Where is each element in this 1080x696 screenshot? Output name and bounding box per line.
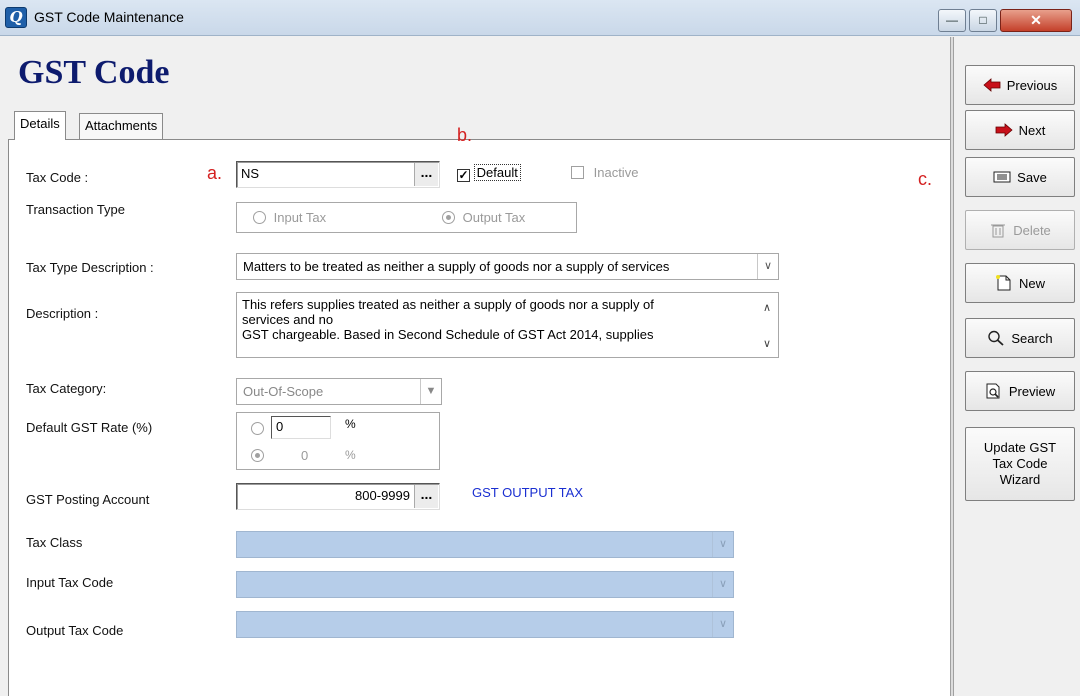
- save-icon: [993, 169, 1011, 185]
- scroll-up-icon[interactable]: ∧: [763, 301, 771, 316]
- marker-a: a.: [207, 163, 223, 183]
- gst-posting-account-input[interactable]: 800-9999 ...: [236, 483, 440, 510]
- tax-type-description-value: Matters to be treated as neither a suppl…: [243, 259, 670, 274]
- tax-code-input[interactable]: NS ...: [236, 161, 440, 188]
- minimize-button[interactable]: —: [938, 9, 966, 32]
- app-q-icon: Q: [5, 7, 27, 28]
- tax-type-description-label: Tax Type Description :: [26, 260, 154, 275]
- input-tax-radio[interactable]: Input Tax: [253, 210, 326, 225]
- window-titlebar: Q GST Code Maintenance — □ ✕: [0, 0, 1080, 36]
- default-checkbox[interactable]: ✓ Default: [457, 164, 521, 182]
- description-label: Description :: [26, 306, 99, 321]
- gst-account-name: GST OUTPUT TAX: [472, 485, 584, 500]
- inactive-checkbox[interactable]: Inactive: [571, 165, 638, 180]
- fixed-rate-radio[interactable]: [251, 449, 264, 462]
- tax-category-label: Tax Category:: [26, 381, 107, 396]
- trash-icon: [989, 222, 1007, 238]
- update-gst-tax-code-wizard-button[interactable]: Update GST Tax Code Wizard: [965, 427, 1075, 501]
- transaction-type-group: Input Tax Output Tax: [236, 202, 577, 233]
- tax-type-description-select[interactable]: Matters to be treated as neither a suppl…: [236, 253, 779, 280]
- update-wizard-label-1: Update GST: [983, 440, 1057, 455]
- output-tax-code-select[interactable]: ∨: [236, 611, 734, 638]
- tax-category-select[interactable]: Out-Of-Scope ▼: [236, 378, 442, 405]
- delete-button[interactable]: Delete: [965, 210, 1075, 250]
- search-icon: [987, 330, 1005, 346]
- preview-icon: [985, 383, 1003, 399]
- toolbar-divider: [950, 37, 954, 696]
- main-panel: GST Code Details Attachments a. b. c. Ta…: [0, 37, 950, 696]
- new-document-icon: [995, 275, 1013, 291]
- tax-code-value: NS: [241, 166, 260, 181]
- preview-label: Preview: [1008, 383, 1056, 399]
- close-button[interactable]: ✕: [1000, 9, 1072, 32]
- output-tax-label: Output Tax: [462, 210, 526, 225]
- input-tax-code-select[interactable]: ∨: [236, 571, 734, 598]
- description-scrollbar[interactable]: ∧ ∨: [758, 293, 778, 357]
- inactive-check-icon: [571, 166, 584, 179]
- maximize-button[interactable]: □: [969, 9, 997, 32]
- tax-code-lookup-button[interactable]: ...: [414, 163, 438, 186]
- chevron-down-icon: ∨: [712, 572, 733, 597]
- description-line-3: GST chargeable. Based in Second Schedule…: [242, 327, 654, 342]
- chevron-down-icon: ▼: [420, 379, 441, 404]
- search-button[interactable]: Search: [965, 318, 1075, 358]
- chevron-down-icon: ∨: [712, 612, 733, 637]
- custom-rate-value: 0: [276, 419, 284, 434]
- preview-button[interactable]: Preview: [965, 371, 1075, 411]
- default-gst-rate-group: 0 % 0 %: [236, 412, 440, 470]
- default-checkbox-label: Default: [473, 164, 521, 181]
- update-wizard-label-2: Tax Code: [992, 456, 1048, 471]
- custom-rate-input[interactable]: 0: [271, 416, 331, 439]
- chevron-down-icon: ∨: [712, 532, 733, 557]
- tax-code-label: Tax Code :: [26, 170, 89, 185]
- tax-class-select[interactable]: ∨: [236, 531, 734, 558]
- description-textarea[interactable]: This refers supplies treated as neither …: [236, 292, 779, 358]
- delete-label: Delete: [1013, 222, 1051, 238]
- fixed-percent-label: %: [345, 448, 356, 462]
- tab-details[interactable]: Details: [14, 111, 66, 140]
- percent-label: %: [345, 417, 356, 431]
- marker-c: c.: [918, 169, 933, 189]
- tab-attachments[interactable]: Attachments: [79, 113, 164, 140]
- save-button[interactable]: Save: [965, 157, 1075, 197]
- fixed-rate-value: 0: [301, 448, 309, 463]
- input-tax-code-label: Input Tax Code: [26, 575, 114, 590]
- tax-class-label: Tax Class: [26, 535, 83, 550]
- next-button[interactable]: Next: [965, 110, 1075, 150]
- default-gst-rate-label: Default GST Rate (%): [26, 420, 153, 435]
- description-line-1: This refers supplies treated as neither …: [242, 297, 654, 312]
- arrow-left-icon: [983, 77, 1001, 93]
- output-tax-radio[interactable]: Output Tax: [442, 210, 525, 225]
- previous-label: Previous: [1006, 77, 1058, 93]
- new-button[interactable]: New: [965, 263, 1075, 303]
- tab-details-label: Details: [20, 116, 60, 131]
- window-title: GST Code Maintenance: [34, 9, 184, 25]
- gst-posting-account-value: 800-9999: [355, 488, 410, 503]
- update-wizard-label-3: Wizard: [999, 472, 1041, 487]
- search-label: Search: [1011, 330, 1053, 346]
- input-tax-label: Input Tax: [273, 210, 327, 225]
- output-tax-code-label: Output Tax Code: [26, 623, 124, 638]
- save-label: Save: [1017, 169, 1047, 185]
- default-check-icon: ✓: [457, 168, 470, 182]
- custom-rate-radio[interactable]: [251, 422, 264, 435]
- gst-posting-account-label: GST Posting Account: [26, 492, 150, 507]
- inactive-checkbox-label: Inactive: [593, 165, 639, 180]
- marker-b: b.: [457, 125, 473, 145]
- gst-posting-account-lookup-button[interactable]: ...: [414, 485, 438, 508]
- radio-on-icon: [442, 211, 455, 224]
- transaction-type-label: Transaction Type: [26, 202, 125, 217]
- description-line-2: services and no: [242, 312, 334, 327]
- chevron-down-icon: ∨: [757, 254, 778, 279]
- radio-off-icon: [253, 211, 266, 224]
- previous-button[interactable]: Previous: [965, 65, 1075, 105]
- tax-category-value: Out-Of-Scope: [243, 384, 324, 399]
- next-label: Next: [1018, 122, 1046, 138]
- page-title: GST Code: [18, 54, 170, 91]
- scroll-down-icon[interactable]: ∨: [763, 337, 771, 352]
- new-label: New: [1018, 275, 1045, 291]
- tab-attachments-label: Attachments: [85, 118, 158, 133]
- arrow-right-icon: [995, 122, 1013, 138]
